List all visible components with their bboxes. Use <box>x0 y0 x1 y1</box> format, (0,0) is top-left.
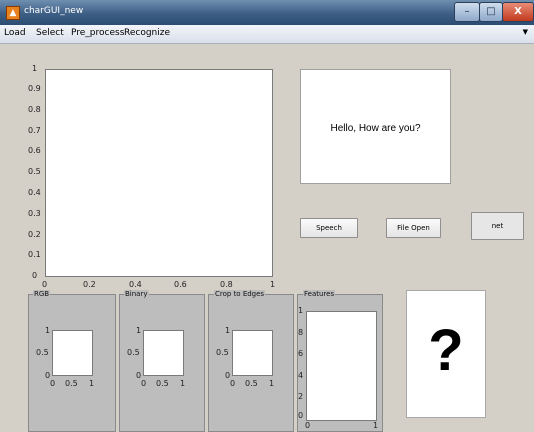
main-y-tick: 0.1 <box>28 250 41 259</box>
main-y-tick: 0.3 <box>28 209 41 218</box>
main-y-tick: 0.2 <box>28 230 41 239</box>
binary-x-tick: 0 <box>141 379 147 388</box>
crop-to-edges-panel-title: Crop to Edges <box>214 290 266 299</box>
binary-y-tick: 1 <box>136 326 142 335</box>
main-y-tick: 0 <box>32 271 38 280</box>
menu-pre-process[interactable]: Pre_process <box>71 28 124 38</box>
main-x-tick: 0 <box>42 280 48 289</box>
matlab-app-icon: ▲ <box>6 6 20 20</box>
result-question-mark: ? <box>428 318 464 383</box>
close-icon: X <box>514 6 522 17</box>
crop-x-tick: 0.5 <box>245 379 258 388</box>
crop-to-edges-axes[interactable] <box>232 330 273 376</box>
main-y-tick: 0.4 <box>28 188 41 197</box>
binary-axes[interactable] <box>143 330 184 376</box>
main-y-tick: 0.5 <box>28 167 41 176</box>
menu-load[interactable]: Load <box>4 28 26 38</box>
features-y-tick: 6 <box>298 349 304 358</box>
minimize-button[interactable]: – <box>454 2 480 22</box>
main-y-tick: 0.8 <box>28 105 41 114</box>
rgb-y-tick: 0.5 <box>36 348 49 357</box>
maximize-button[interactable]: □ <box>479 2 503 22</box>
minimize-icon: – <box>464 6 470 17</box>
main-y-tick: 1 <box>32 64 38 73</box>
speech-button[interactable]: Speech <box>300 218 358 238</box>
window-title-bar[interactable]: ▲ charGUI_new – □ X <box>0 0 534 25</box>
rgb-x-tick: 0.5 <box>65 379 78 388</box>
main-y-tick: 0.7 <box>28 126 41 135</box>
binary-y-tick: 0.5 <box>127 348 140 357</box>
crop-y-tick: 0.5 <box>216 348 229 357</box>
main-x-tick: 0.8 <box>220 280 233 289</box>
rgb-y-tick: 1 <box>45 326 51 335</box>
crop-x-tick: 0 <box>230 379 236 388</box>
rgb-panel-title: RGB <box>33 290 51 299</box>
rgb-x-tick: 0 <box>50 379 56 388</box>
menu-overflow-icon[interactable]: ▼ <box>523 28 528 36</box>
main-x-tick: 0.2 <box>83 280 96 289</box>
menu-bar: Load Select Pre_process Recognize ▼ <box>0 25 534 44</box>
main-y-tick: 0.9 <box>28 84 41 93</box>
greeting-text: Hello, How are you? <box>330 123 421 134</box>
features-y-tick: 4 <box>298 371 304 380</box>
window-title: charGUI_new <box>24 6 84 16</box>
main-x-tick: 1 <box>270 280 276 289</box>
features-axes[interactable] <box>306 311 377 421</box>
close-button[interactable]: X <box>502 2 534 22</box>
file-open-button[interactable]: File Open <box>386 218 441 238</box>
binary-x-tick: 1 <box>180 379 186 388</box>
features-y-tick: 8 <box>298 328 304 337</box>
menu-recognize[interactable]: Recognize <box>124 28 170 38</box>
features-y-tick: 2 <box>298 392 304 401</box>
main-image-axes[interactable] <box>45 69 273 277</box>
main-x-tick: 0.4 <box>129 280 142 289</box>
binary-x-tick: 0.5 <box>156 379 169 388</box>
features-y-tick: 0 <box>298 411 304 420</box>
recognition-result-box: ? <box>406 290 486 418</box>
binary-panel-title: Binary <box>124 290 149 299</box>
maximize-icon: □ <box>486 6 496 17</box>
greeting-text-box: Hello, How are you? <box>300 69 451 184</box>
main-y-tick: 0.6 <box>28 146 41 155</box>
features-x-tick: 1 <box>373 421 379 430</box>
crop-x-tick: 1 <box>269 379 275 388</box>
menu-select[interactable]: Select <box>36 28 64 38</box>
features-x-tick: 0 <box>305 421 311 430</box>
features-y-tick: 1 <box>298 306 304 315</box>
rgb-axes[interactable] <box>52 330 93 376</box>
rgb-x-tick: 1 <box>89 379 95 388</box>
main-x-tick: 0.6 <box>174 280 187 289</box>
features-panel-title: Features <box>303 290 336 299</box>
crop-y-tick: 1 <box>225 326 231 335</box>
net-button[interactable]: net <box>471 212 524 240</box>
